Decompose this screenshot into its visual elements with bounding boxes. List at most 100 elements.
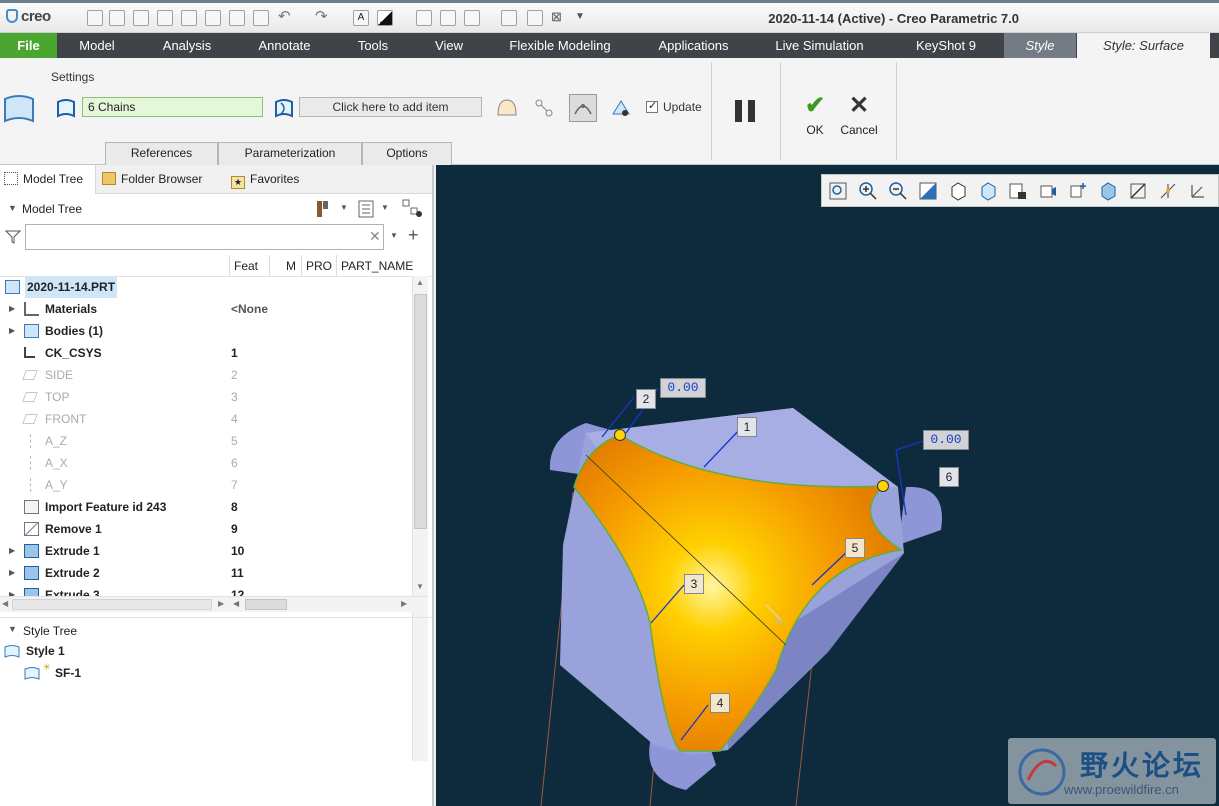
curve-endpoint[interactable] [877, 480, 889, 492]
tree-row[interactable]: SIDE 2 [0, 364, 412, 386]
refit-icon[interactable] [828, 181, 848, 201]
expand-arrow-icon[interactable]: ▶ [9, 320, 15, 342]
repaint-icon[interactable] [918, 181, 938, 201]
tree-row[interactable]: FRONT 4 [0, 408, 412, 430]
add-item-collector[interactable]: Click here to add item [299, 97, 482, 117]
scroll-up-icon[interactable]: ▲ [416, 278, 424, 287]
tree-row[interactable]: ▶ Extrude 3 12 [0, 584, 412, 596]
shaded-view-icon[interactable] [1098, 181, 1118, 201]
tree-row[interactable]: TOP 3 [0, 386, 412, 408]
show-dropdown-icon[interactable]: ▼ [381, 203, 389, 212]
style-item[interactable]: Style 1 [26, 640, 65, 662]
scroll-left-icon[interactable]: ◀ [2, 599, 8, 608]
expand-arrow-icon[interactable]: ▶ [9, 298, 15, 320]
select-icon[interactable] [440, 10, 456, 26]
open-recent-icon[interactable] [133, 10, 149, 26]
tree-row[interactable]: ▶ Bodies (1) [0, 320, 412, 342]
show-settings-icon[interactable] [358, 200, 374, 218]
display-style-icon[interactable] [377, 10, 393, 26]
curve-endpoint[interactable] [614, 429, 626, 441]
curve-label[interactable]: 6 [939, 467, 959, 487]
style-surface-item[interactable]: SF-1 [55, 662, 81, 684]
tab-favorites[interactable]: ★ Favorites [231, 165, 321, 194]
search-input[interactable] [25, 224, 384, 250]
tab-flexible-modeling[interactable]: Flexible Modeling [484, 33, 636, 58]
tab-analysis[interactable]: Analysis [137, 33, 237, 58]
tree-row[interactable]: CK_CSYS 1 [0, 342, 412, 364]
connect-icon[interactable] [533, 97, 555, 119]
save-backup-icon[interactable] [205, 10, 221, 26]
tab-view[interactable]: View [414, 33, 484, 58]
tree-row[interactable]: ▶ Materials <None [0, 298, 412, 320]
curve-label[interactable]: 4 [710, 693, 730, 713]
spin-center-icon[interactable] [1068, 181, 1088, 201]
boundary-chain-icon[interactable] [55, 97, 77, 119]
tools-icon[interactable] [314, 199, 332, 219]
plane-display-icon[interactable] [1128, 181, 1148, 201]
interior-curves-icon[interactable] [273, 97, 295, 119]
curve-label[interactable]: 1 [737, 417, 757, 437]
tab-model-tree[interactable]: Model Tree [0, 165, 96, 194]
axis-display-icon[interactable] [1158, 181, 1178, 201]
expand-arrow-icon[interactable]: ▶ [9, 540, 15, 562]
tab-references[interactable]: References [105, 142, 218, 165]
new-file-icon[interactable] [87, 10, 103, 26]
close-window-icon[interactable] [501, 10, 517, 26]
tab-parameterization[interactable]: Parameterization [218, 142, 362, 165]
saved-orientations-icon[interactable] [978, 181, 998, 201]
close-icon[interactable]: ⊠ [551, 10, 567, 26]
column-feat[interactable]: Feat [229, 255, 269, 277]
dimension-tag[interactable]: 0.00 [923, 430, 969, 450]
vertical-scroll-thumb[interactable] [414, 294, 427, 529]
redo-icon[interactable]: ↷ [315, 9, 331, 26]
tab-options[interactable]: Options [362, 142, 452, 165]
settings-icon[interactable] [527, 10, 543, 26]
spin-center-icon[interactable] [416, 10, 432, 26]
tab-model[interactable]: Model [57, 33, 137, 58]
collapse-caret-icon[interactable]: ▼ [8, 624, 17, 634]
curve-label[interactable]: 3 [684, 574, 704, 594]
tab-keyshot[interactable]: KeyShot 9 [888, 33, 1004, 58]
view-manager-icon[interactable] [1008, 181, 1028, 201]
tab-folder-browser[interactable]: Folder Browser [102, 165, 222, 194]
tab-annotate[interactable]: Annotate [237, 33, 332, 58]
preview-icon[interactable] [610, 97, 632, 119]
open-file-icon[interactable] [109, 10, 125, 26]
tab-file[interactable]: File [0, 33, 57, 58]
regenerate-icon[interactable] [229, 10, 245, 26]
model-scene[interactable] [436, 165, 1219, 806]
clear-icon[interactable]: ✕ [369, 228, 381, 245]
dimension-tag[interactable]: 0.00 [660, 378, 706, 398]
zoom-in-icon[interactable] [858, 181, 878, 201]
window-icon[interactable] [464, 10, 480, 26]
tree-filter-settings-icon[interactable] [402, 199, 424, 219]
perspective-view-icon[interactable] [1038, 181, 1058, 201]
curve-label[interactable]: 2 [636, 389, 656, 409]
tree-root[interactable]: 2020-11-14.PRT [0, 276, 412, 298]
update-checkbox-wrap[interactable]: Update [646, 99, 702, 114]
tree-row[interactable]: ▶ Extrude 2 11 [0, 562, 412, 584]
chains-collector[interactable]: 6 Chains [82, 97, 263, 117]
tree-row[interactable]: A_Y 7 [0, 474, 412, 496]
tab-style[interactable]: Style [1004, 33, 1076, 58]
display-style-icon[interactable] [948, 181, 968, 201]
tree-row[interactable]: A_X 6 [0, 452, 412, 474]
customize-toolbar-icon[interactable]: ▼ [575, 10, 591, 26]
surface-mesh-icon[interactable] [569, 94, 597, 122]
save-copy-icon[interactable] [181, 10, 197, 26]
surface-shape-icon[interactable] [496, 97, 518, 119]
name-column-scroll-thumb[interactable] [12, 599, 212, 610]
erase-icon[interactable] [253, 10, 269, 26]
ok-button[interactable]: ✔ OK [799, 92, 831, 137]
tab-tools[interactable]: Tools [332, 33, 414, 58]
add-filter-icon[interactable]: + [408, 225, 419, 246]
curve-label[interactable]: 5 [845, 538, 865, 558]
tree-row[interactable]: A_Z 5 [0, 430, 412, 452]
tree-row[interactable]: Import Feature id 243 8 [0, 496, 412, 518]
tab-style-surface[interactable]: Style: Surface [1077, 33, 1210, 58]
tab-applications[interactable]: Applications [636, 33, 751, 58]
tree-horizontal-scrollbar[interactable]: ◀ ▶ ◀ ▶ [0, 596, 428, 612]
scroll-down-icon[interactable]: ▼ [416, 582, 424, 591]
scroll-left-icon[interactable]: ◀ [233, 599, 239, 608]
zoom-out-icon[interactable] [888, 181, 908, 201]
